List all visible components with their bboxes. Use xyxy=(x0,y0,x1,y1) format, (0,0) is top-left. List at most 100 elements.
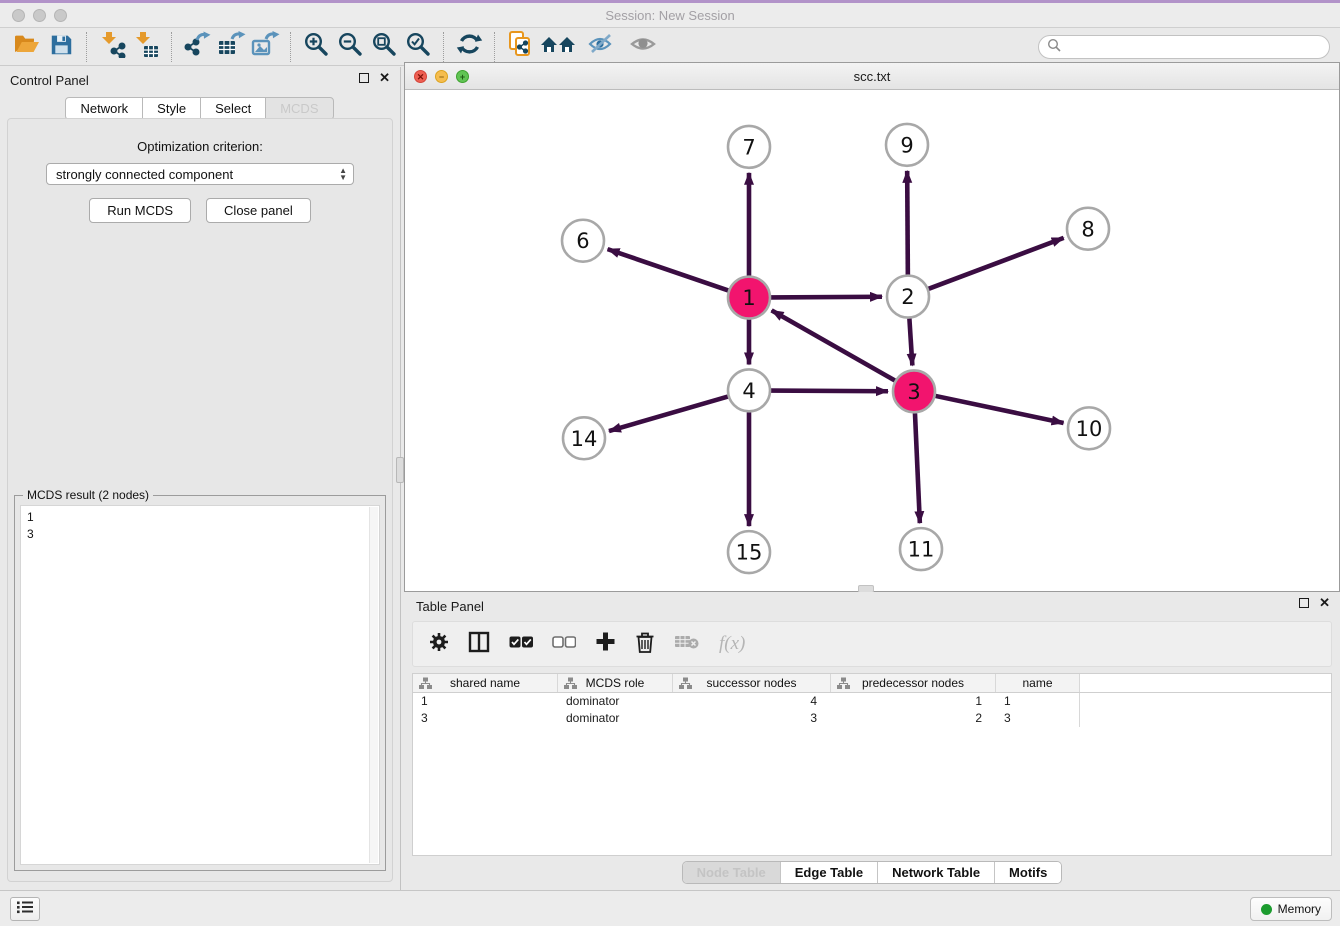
network-canvas-svg: 7968124314101511 xyxy=(405,90,1339,591)
zoom-out-button[interactable] xyxy=(333,32,367,62)
toolbar-separator xyxy=(443,32,444,62)
search-input[interactable] xyxy=(1066,40,1329,54)
export-table-icon xyxy=(217,31,246,63)
table-cell[interactable]: dominator xyxy=(558,710,673,727)
import-network-button[interactable] xyxy=(95,32,129,62)
select-all-columns-button[interactable] xyxy=(509,635,533,653)
graph-edge-2-3[interactable] xyxy=(909,319,912,366)
export-network-button[interactable] xyxy=(180,32,214,62)
export-table-button[interactable] xyxy=(214,32,248,62)
save-icon xyxy=(50,33,73,61)
first-neighbors-button[interactable] xyxy=(537,32,581,62)
zoom-selected-button[interactable] xyxy=(401,32,435,62)
delete-table-button[interactable] xyxy=(674,633,700,655)
table-cell[interactable]: 3 xyxy=(413,710,558,727)
result-scrollbar[interactable] xyxy=(369,507,378,863)
float-panel-icon[interactable] xyxy=(1299,598,1309,608)
graph-edge-3-11[interactable] xyxy=(915,413,920,523)
tab-select[interactable]: Select xyxy=(200,97,266,120)
vertical-splitter-handle[interactable] xyxy=(396,457,404,483)
table-cell[interactable]: 3 xyxy=(673,710,831,727)
eye-slash-icon xyxy=(586,31,618,62)
tab-network[interactable]: Network xyxy=(65,97,143,120)
show-all-button[interactable] xyxy=(623,32,665,62)
graph-edge-3-10[interactable] xyxy=(936,396,1064,423)
zoom-fit-button[interactable] xyxy=(367,32,401,62)
tab-motifs[interactable]: Motifs xyxy=(994,862,1061,883)
network-canvas[interactable]: 7968124314101511 xyxy=(405,90,1339,591)
column-header-shared-name[interactable]: shared name xyxy=(413,674,558,692)
table-cell[interactable]: 1 xyxy=(831,693,996,710)
tab-node-table[interactable]: Node Table xyxy=(683,862,780,883)
clone-network-button[interactable] xyxy=(503,32,537,62)
import-table-icon xyxy=(133,31,160,63)
graph-edge-2-9[interactable] xyxy=(907,171,908,275)
network-window-titlebar[interactable]: ✕ − + scc.txt xyxy=(405,63,1339,90)
delete-column-button[interactable] xyxy=(635,631,655,658)
refresh-icon xyxy=(456,31,483,62)
memory-button[interactable]: Memory xyxy=(1250,897,1332,921)
export-image-button[interactable] xyxy=(248,32,282,62)
table-row-0[interactable]: 1dominator411 xyxy=(413,693,1331,710)
delete-table-icon xyxy=(674,633,700,655)
apply-function-button[interactable]: f(x) xyxy=(719,633,745,655)
titlebar: Session: New Session xyxy=(0,3,1340,28)
column-header-successor-nodes[interactable]: successor nodes xyxy=(673,674,831,692)
tab-edge-table[interactable]: Edge Table xyxy=(780,862,877,883)
control-panel: Control Panel ✕ Network Style Select MCD… xyxy=(0,67,401,892)
open-session-button[interactable] xyxy=(10,32,44,62)
list-icon xyxy=(16,900,34,919)
save-session-button[interactable] xyxy=(44,32,78,62)
refresh-layout-button[interactable] xyxy=(452,32,486,62)
task-history-button[interactable] xyxy=(10,897,40,921)
tab-network-table[interactable]: Network Table xyxy=(877,862,994,883)
column-layout-button[interactable] xyxy=(468,631,490,658)
graph-edge-3-1[interactable] xyxy=(772,310,895,380)
mcds-result-group: MCDS result (2 nodes) 1 3 xyxy=(14,495,386,871)
zoom-in-button[interactable] xyxy=(299,32,333,62)
column-header-name[interactable]: name xyxy=(996,674,1080,692)
tab-style[interactable]: Style xyxy=(142,97,201,120)
graph-edge-1-6[interactable] xyxy=(608,249,729,290)
table-row-1[interactable]: 3dominator323 xyxy=(413,710,1331,727)
graph-node-label-9: 9 xyxy=(900,133,913,157)
table-cell[interactable]: dominator xyxy=(558,693,673,710)
float-panel-icon[interactable] xyxy=(359,73,369,83)
deselect-all-columns-button[interactable] xyxy=(552,635,576,653)
graph-edge-1-2[interactable] xyxy=(771,297,882,298)
graph-edge-4-14[interactable] xyxy=(609,397,728,432)
import-network-icon xyxy=(99,31,126,63)
table-cell[interactable]: 1 xyxy=(413,693,558,710)
zoom-selected-icon xyxy=(405,31,431,62)
control-panel-controls: ✕ xyxy=(359,73,390,83)
toolbar-separator xyxy=(171,32,172,62)
close-panel-icon[interactable]: ✕ xyxy=(1319,598,1330,608)
close-panel-button[interactable]: Close panel xyxy=(206,198,311,223)
hide-selected-button[interactable] xyxy=(581,32,623,62)
column-header-predecessor-nodes[interactable]: predecessor nodes xyxy=(831,674,996,692)
network-view-title: scc.txt xyxy=(405,63,1339,90)
table-cell[interactable]: 4 xyxy=(673,693,831,710)
optimization-criterion-select[interactable]: strongly connected component ▲▼ xyxy=(46,163,354,185)
search-icon xyxy=(1047,38,1061,57)
graph-edge-2-8[interactable] xyxy=(929,238,1064,289)
import-table-button[interactable] xyxy=(129,32,163,62)
toolbar-separator xyxy=(86,32,87,62)
run-mcds-button[interactable]: Run MCDS xyxy=(89,198,191,223)
column-header-MCDS-role[interactable]: MCDS role xyxy=(558,674,673,692)
columns-icon xyxy=(468,631,490,658)
table-cell[interactable]: 2 xyxy=(831,710,996,727)
graph-edge-4-3[interactable] xyxy=(771,391,888,392)
add-column-button[interactable] xyxy=(595,631,616,657)
mcds-result-list[interactable]: 1 3 xyxy=(20,505,380,865)
table-cell[interactable]: 1 xyxy=(996,693,1080,710)
table-cell[interactable]: 3 xyxy=(996,710,1080,727)
close-panel-icon[interactable]: ✕ xyxy=(379,73,390,83)
graph-node-label-4: 4 xyxy=(742,379,755,403)
zoom-fit-icon xyxy=(371,31,397,62)
search-field[interactable] xyxy=(1038,35,1330,59)
mcds-result-item: 3 xyxy=(27,526,373,543)
tab-mcds[interactable]: MCDS xyxy=(265,97,333,120)
network-view-window: ✕ − + scc.txt 7968124314101511 xyxy=(404,62,1340,592)
table-settings-button[interactable] xyxy=(429,632,449,657)
